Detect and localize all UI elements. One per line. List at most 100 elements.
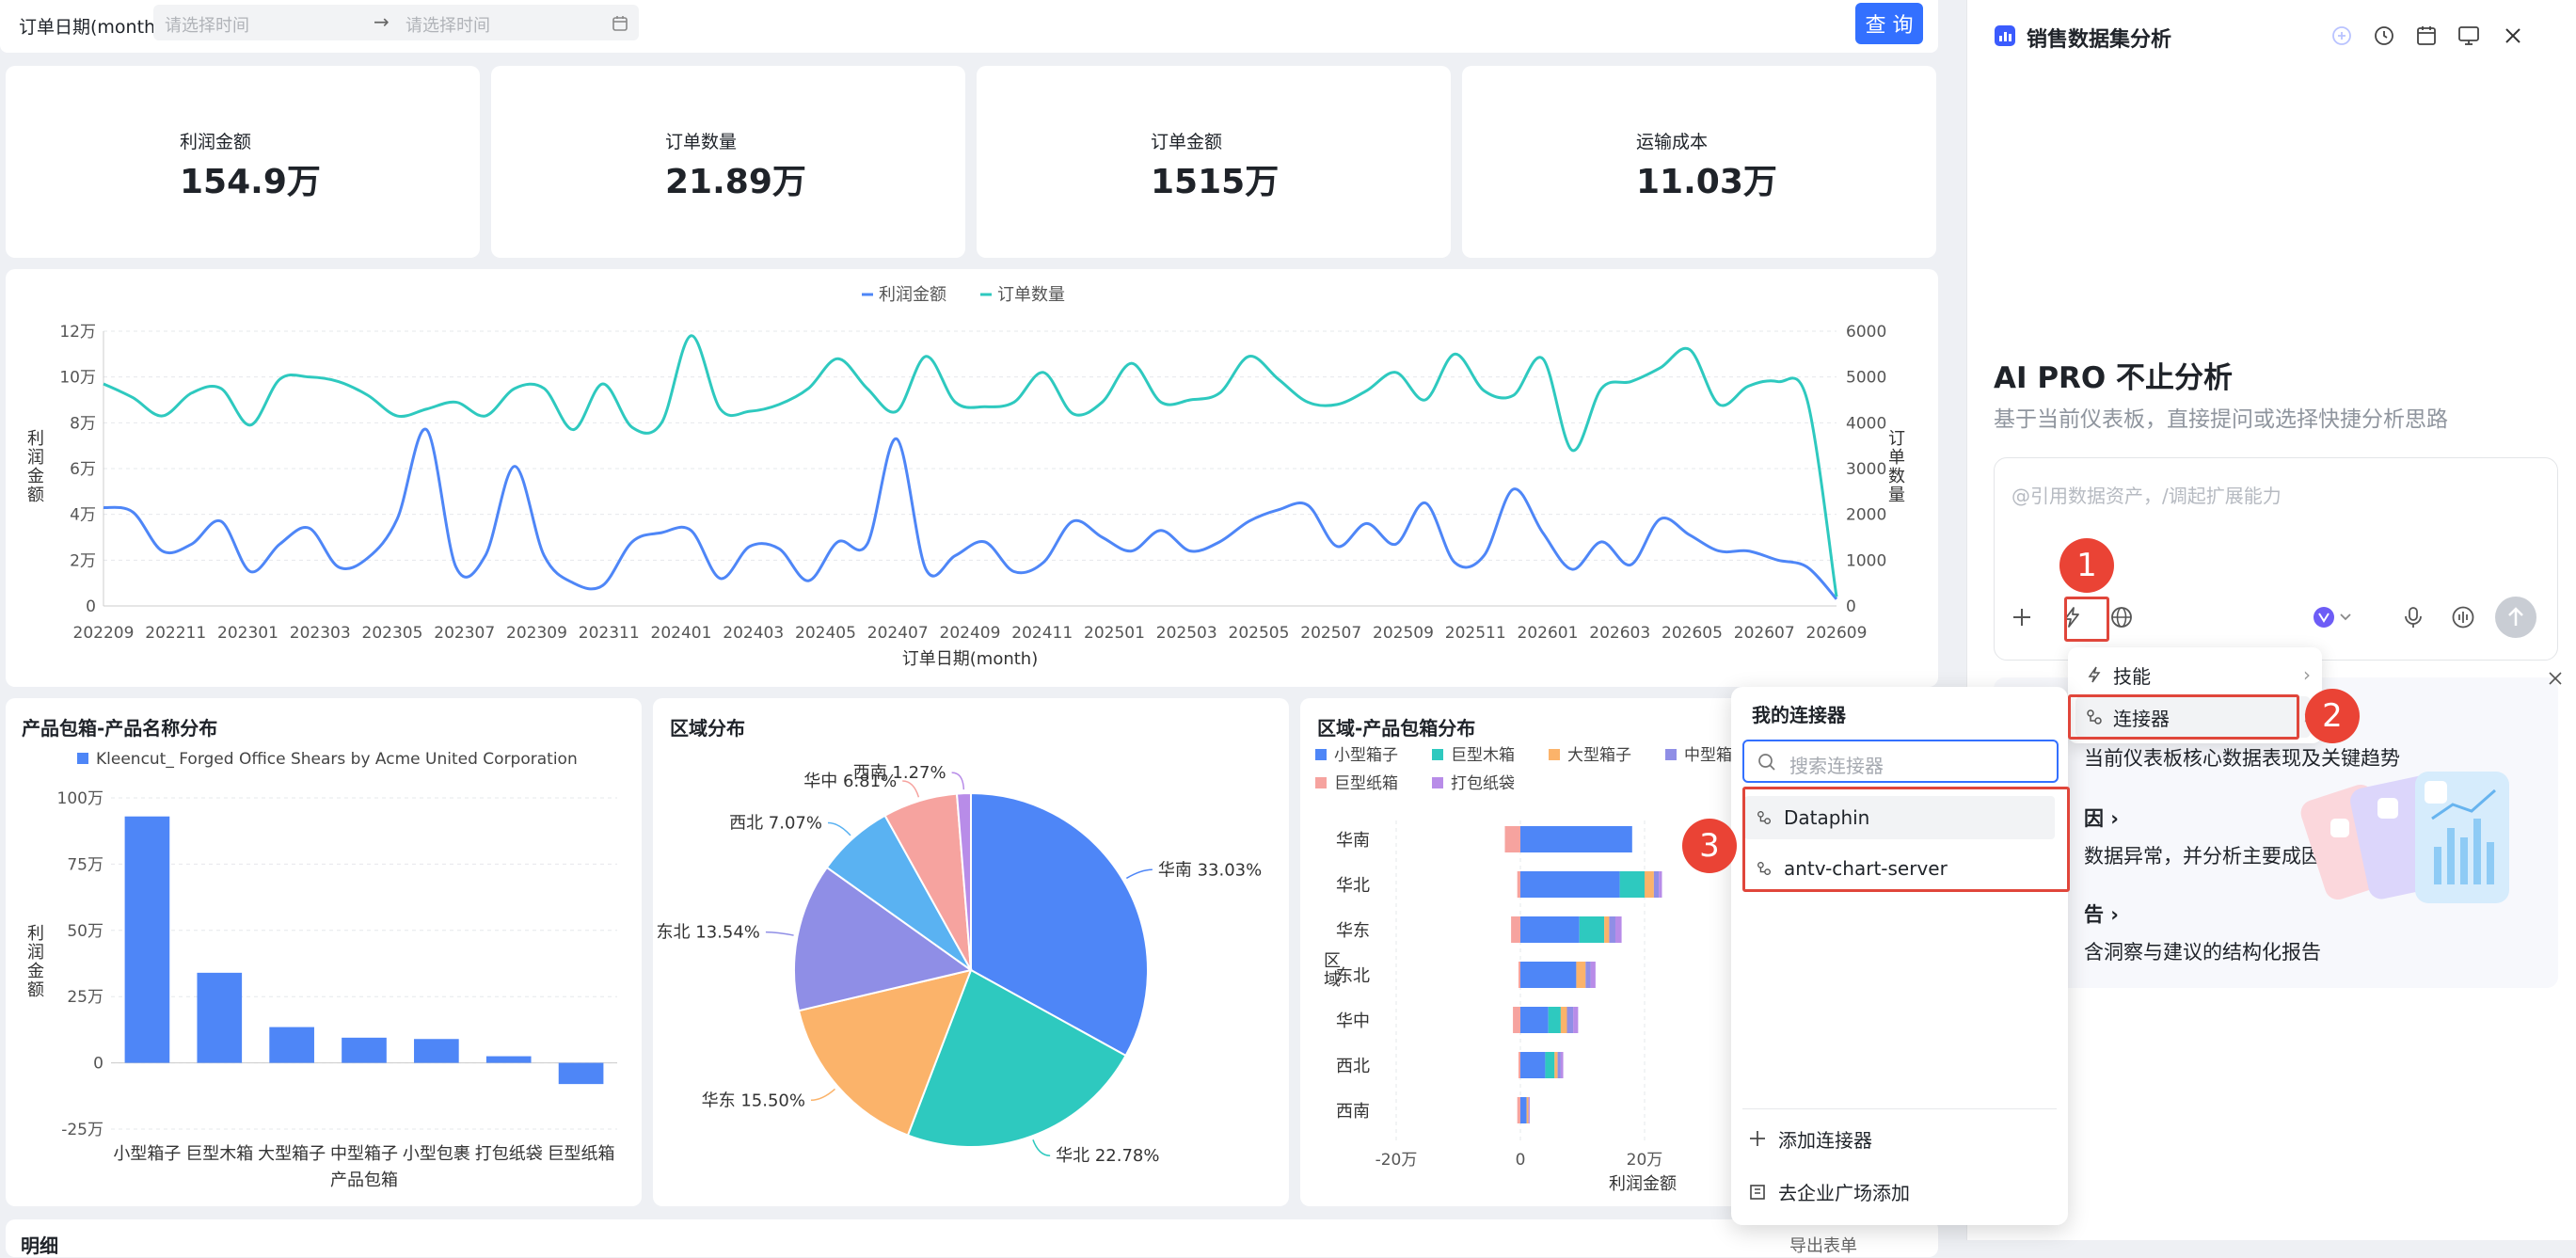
bar xyxy=(558,1062,604,1085)
x-tick: 202209 xyxy=(73,624,135,643)
calendar-icon[interactable] xyxy=(612,15,628,32)
legend-swatch xyxy=(1315,749,1327,760)
stacked-bar-segment xyxy=(1557,1052,1561,1078)
y-tick-right: 3000 xyxy=(1846,460,1886,479)
enterprise-plaza-button[interactable]: 去企业广场添加 xyxy=(1748,1172,1910,1210)
suggestion-3-title-text: 告 xyxy=(2084,903,2104,926)
pie-label-line xyxy=(765,931,794,936)
stacked-bar-segment xyxy=(1520,1052,1546,1078)
ai-subheading: 基于当前仪表板，直接提问或选择快捷分析思路 xyxy=(1994,407,2448,432)
close-icon[interactable] xyxy=(2502,24,2524,47)
legend-label: 订单数量 xyxy=(997,285,1065,305)
x-tick: 202211 xyxy=(145,624,206,643)
suggestion-3[interactable]: 含洞察与建议的结构化报告 xyxy=(2084,937,2321,965)
model-selector-icon[interactable] xyxy=(2313,606,2356,629)
x-tick: 小型包裹 xyxy=(403,1144,470,1164)
y-tick-left: 8万 xyxy=(70,414,96,433)
enterprise-plaza-label: 去企业广场添加 xyxy=(1778,1181,1910,1204)
x-tick: 202307 xyxy=(434,624,495,643)
divider xyxy=(1742,1108,2057,1109)
y-tick-right: 0 xyxy=(1846,597,1856,616)
end-date-input[interactable]: 请选择时间 xyxy=(405,12,490,37)
order-count-line xyxy=(103,334,1838,597)
add-connector-button[interactable]: 添加连接器 xyxy=(1748,1120,1872,1157)
date-range-picker[interactable]: 请选择时间 → 请选择时间 xyxy=(153,5,639,40)
x-tick: 202407 xyxy=(867,624,929,643)
close-suggestion-icon[interactable] xyxy=(2547,670,2564,687)
voice-wave-icon[interactable] xyxy=(2451,605,2475,629)
connector-search-input[interactable]: 搜索连接器 xyxy=(1789,751,1884,778)
send-icon[interactable] xyxy=(2495,597,2536,638)
add-icon[interactable] xyxy=(2010,605,2034,629)
y-tick: 东北 xyxy=(1336,966,1370,986)
stacked-bar-segment xyxy=(1609,916,1615,943)
tool-menu-skills[interactable]: 技能 › xyxy=(2085,661,2311,689)
suggestion-3-title[interactable]: 告 › xyxy=(2084,900,2119,928)
y-tick: 华北 xyxy=(1336,876,1370,896)
connector-popup: 我的连接器 搜索连接器 Dataphin antv-chart-server 添… xyxy=(1731,687,2068,1225)
stacked-bar-segment xyxy=(1520,1097,1527,1123)
x-tick: 巨型木箱 xyxy=(185,1144,253,1164)
schedule-icon[interactable] xyxy=(2415,24,2438,47)
x-tick: 中型箱子 xyxy=(330,1144,398,1164)
y-tick: 华中 xyxy=(1336,1011,1370,1031)
kpi-label: 利润金额 xyxy=(180,132,252,152)
suggestion-2[interactable]: 数据异常，并分析主要成因 xyxy=(2084,841,2321,869)
x-tick: 202403 xyxy=(723,624,784,643)
globe-icon[interactable] xyxy=(2109,605,2134,629)
connector-search-box[interactable]: 搜索连接器 xyxy=(1742,740,2059,783)
y-tick: 华南 xyxy=(1336,831,1370,851)
y-tick-right: 1000 xyxy=(1846,551,1886,570)
kpi-card: 订单金额 1515万 xyxy=(977,66,1451,258)
stacked-bar-segment xyxy=(1545,1052,1555,1078)
query-button[interactable]: 查 询 xyxy=(1855,3,1923,44)
x-tick: 小型箱子 xyxy=(113,1144,181,1164)
x-tick: 202301 xyxy=(217,624,278,643)
chevron-right-icon: › xyxy=(2303,663,2311,686)
suggestion-2-title[interactable]: 因 › xyxy=(2084,804,2119,832)
x-tick: 202505 xyxy=(1229,624,1290,643)
pie-label: 华南 33.03% xyxy=(1158,860,1262,880)
stacked-bar-segment xyxy=(1590,962,1596,988)
y-tick-right: 2000 xyxy=(1846,506,1886,525)
y-tick-left: 10万 xyxy=(59,369,96,388)
y-axis-label-right: 订单数量 xyxy=(1888,429,1905,505)
stacked-bar-segment xyxy=(1653,871,1660,898)
y-tick: 0 xyxy=(93,1055,103,1074)
screen-icon[interactable] xyxy=(2457,24,2480,47)
start-date-input[interactable]: 请选择时间 xyxy=(165,12,249,37)
stacked-bar-segment xyxy=(1659,871,1662,898)
highlight-lightning-button xyxy=(2064,597,2109,642)
y-tick: 西南 xyxy=(1336,1102,1370,1122)
x-tick: 202401 xyxy=(651,624,712,643)
legend-label: 打包纸袋 xyxy=(1451,774,1515,793)
x-tick: 202409 xyxy=(940,624,1001,643)
kpi-card: 订单数量 21.89万 xyxy=(491,66,965,258)
x-tick: 202507 xyxy=(1300,624,1361,643)
export-link[interactable]: 导出表单 xyxy=(1789,1233,1857,1257)
skill-icon xyxy=(2088,666,2101,683)
pie-label-line xyxy=(951,772,965,790)
region-pie-chart: 华南 33.03% 华北 22.78% 华东 15.50% 东北 13.54% 西北 7… xyxy=(657,763,1263,1166)
kpi-label: 订单金额 xyxy=(1151,132,1223,152)
tool-menu-skills-label: 技能 xyxy=(2113,664,2151,688)
chat-input[interactable]: @引用数据资产，/调起扩展能力 xyxy=(2012,481,2282,508)
microphone-icon[interactable] xyxy=(2401,605,2425,629)
legend-label: 大型箱子 xyxy=(1567,746,1631,765)
x-tick: 20万 xyxy=(1627,1151,1663,1170)
legend-swatch xyxy=(77,753,88,764)
kpi-value: 1515万 xyxy=(1151,163,1280,201)
stacked-bar-segment xyxy=(1604,916,1610,943)
x-tick: 202603 xyxy=(1589,624,1650,643)
pie-label-line xyxy=(827,821,851,836)
bar xyxy=(342,1037,387,1063)
product-bar-chart: Kleencut_ Forged Office Shears by Acme U… xyxy=(27,750,617,1190)
kpi-value: 11.03万 xyxy=(1636,163,1777,201)
stacked-bar-segment xyxy=(1520,871,1620,898)
region-pie-chart-card: 区域分布 华南 33.03% 华北 22.78% 华东 15.50% 东北 13.54… xyxy=(653,698,1289,1206)
y-tick: 75万 xyxy=(67,855,103,874)
new-chat-icon[interactable] xyxy=(2330,24,2353,47)
history-icon[interactable] xyxy=(2373,24,2395,47)
y-tick-left: 12万 xyxy=(59,323,96,342)
legend-swatch xyxy=(1315,777,1327,788)
